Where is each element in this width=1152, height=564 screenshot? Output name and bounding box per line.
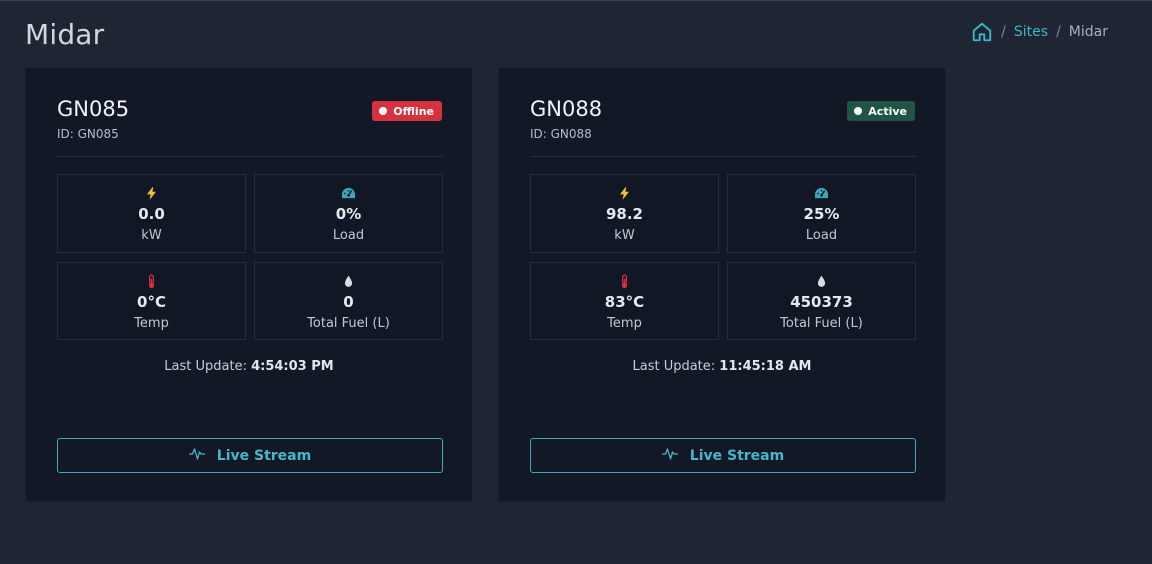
- activity-icon: [661, 447, 678, 465]
- metric-value: 0%: [335, 205, 362, 223]
- divider: [530, 156, 916, 157]
- metric-value: 25%: [803, 205, 840, 223]
- metric-label: Temp: [134, 316, 169, 331]
- metric-label: kW: [614, 228, 635, 243]
- metric-power: 98.2 kW: [530, 174, 719, 253]
- generator-id: ID: GN088: [530, 127, 592, 141]
- generator-card: GN088 ID: GN088 Active 98.2 kW 25% Load …: [498, 67, 946, 502]
- metric-value: 0: [343, 293, 354, 311]
- gauge-icon: [341, 186, 356, 200]
- thermometer-icon: [620, 273, 629, 288]
- activity-icon: [188, 447, 205, 465]
- thermometer-icon: [147, 273, 156, 288]
- metric-value: 83°C: [604, 293, 645, 311]
- status-label: Offline: [393, 104, 434, 118]
- last-update-label: Last Update:: [632, 359, 716, 374]
- metric-label: Load: [332, 228, 365, 243]
- metric-label: Total Fuel (L): [307, 316, 390, 331]
- status-badge: Offline: [372, 101, 442, 121]
- droplet-icon: [817, 274, 826, 288]
- metric-label: Temp: [607, 316, 642, 331]
- metric-temp: 83°C Temp: [530, 262, 719, 340]
- generator-card: GN085 ID: GN085 Offline 0.0 kW 0% Load 0…: [25, 67, 473, 502]
- live-stream-button[interactable]: Live Stream: [57, 438, 443, 473]
- breadcrumb: / Sites / Midar: [971, 20, 1108, 44]
- live-stream-button[interactable]: Live Stream: [530, 438, 916, 473]
- gauge-icon: [814, 186, 829, 200]
- metric-value: 450373: [790, 293, 853, 311]
- last-update-time: 4:54:03 PM: [251, 359, 334, 374]
- home-icon[interactable]: [971, 20, 993, 44]
- status-dot-icon: [379, 107, 388, 115]
- generator-id: ID: GN085: [57, 127, 119, 141]
- metric-load: 25% Load: [727, 174, 916, 253]
- divider: [57, 156, 443, 157]
- status-badge: Active: [847, 101, 915, 121]
- top-border: [0, 0, 1152, 1]
- generator-name: GN085: [57, 97, 130, 121]
- metric-power: 0.0 kW: [57, 174, 246, 253]
- generator-name: GN088: [530, 97, 603, 121]
- bolt-icon: [147, 186, 156, 200]
- metric-value: 98.2: [605, 205, 643, 223]
- droplet-icon: [344, 274, 353, 288]
- metric-fuel: 0 Total Fuel (L): [254, 262, 443, 340]
- metric-label: Load: [805, 228, 838, 243]
- status-dot-icon: [854, 107, 863, 115]
- last-update-time: 11:45:18 AM: [719, 359, 812, 374]
- breadcrumb-separator: /: [1056, 24, 1061, 40]
- metric-fuel: 450373 Total Fuel (L): [727, 262, 916, 340]
- live-stream-label: Live Stream: [216, 447, 312, 464]
- last-update: Last Update: 11:45:18 AM: [499, 359, 945, 374]
- last-update: Last Update: 4:54:03 PM: [26, 359, 472, 374]
- breadcrumb-sites-link[interactable]: Sites: [1014, 24, 1048, 40]
- metric-value: 0.0: [138, 205, 165, 223]
- live-stream-label: Live Stream: [689, 447, 785, 464]
- metric-label: Total Fuel (L): [780, 316, 863, 331]
- metric-label: kW: [141, 228, 162, 243]
- metric-value: 0°C: [137, 293, 166, 311]
- metric-temp: 0°C Temp: [57, 262, 246, 340]
- last-update-label: Last Update:: [164, 359, 247, 374]
- breadcrumb-current: Midar: [1068, 24, 1108, 40]
- status-label: Active: [868, 104, 907, 118]
- breadcrumb-separator: /: [1001, 24, 1006, 40]
- metric-load: 0% Load: [254, 174, 443, 253]
- page-title: Midar: [25, 18, 105, 51]
- bolt-icon: [620, 186, 629, 200]
